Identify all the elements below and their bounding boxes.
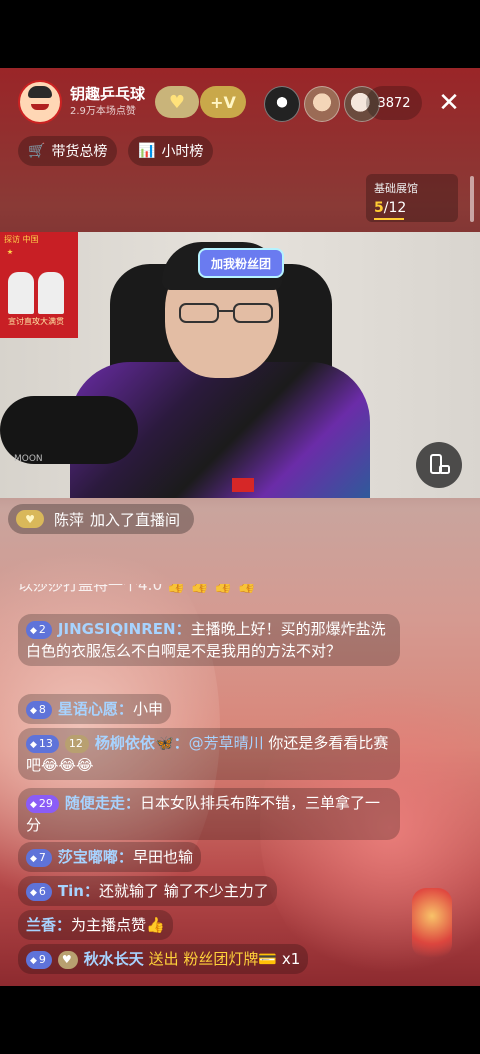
join-banner: ♥ 陈萍 加入了直播间: [8, 504, 195, 534]
poster-player: [8, 272, 34, 314]
host-text: 钥趣乒乓球 2.9万本场点赞: [70, 85, 145, 119]
gallery-total: /12: [383, 200, 407, 216]
user-level-badge: ◆ 7: [26, 849, 52, 867]
join-text: 加入了直播间: [90, 510, 181, 529]
user-level-badge: ◆ 9: [26, 951, 52, 969]
chat-mention[interactable]: @芳草晴川: [189, 734, 264, 752]
viewer-count[interactable]: 3872: [366, 86, 422, 120]
chat-text: 早田也输: [132, 848, 193, 866]
chat-username[interactable]: 秋水长天: [84, 950, 144, 968]
viewer-avatar[interactable]: [264, 86, 300, 122]
chat-message[interactable]: ◆ 6 Tin：还就输了 输了不少主力了: [18, 876, 277, 906]
bar-chart-icon: 📊: [138, 143, 156, 159]
gallery-card[interactable]: 基础展馆 5/12: [366, 174, 458, 222]
close-button[interactable]: ✕: [432, 86, 466, 120]
fan-level-badge: 12: [64, 735, 89, 753]
gallery-label: 基础展馆: [374, 182, 418, 195]
join-name: 陈萍: [54, 510, 85, 529]
fan-heart-icon: ♥: [57, 951, 78, 969]
hourly-ranking-label: 小时榜: [161, 144, 204, 160]
chat-message[interactable]: ◆ 8 星语心愿：小申: [18, 694, 171, 724]
chat-username[interactable]: 兰香：: [26, 916, 71, 934]
gift-animation-icon[interactable]: [412, 888, 452, 958]
chat-message[interactable]: ◆ 13 12 杨柳依依🦋：@芳草晴川 你还是多看看比赛吧😂😂😂: [18, 728, 400, 780]
chat-message[interactable]: ◆ 2 JINGSIQINREN：主播晚上好！买的那爆炸盐洗白色的衣服怎么不白啊是不…: [18, 614, 400, 666]
flag-patch: [232, 478, 254, 492]
gift-name: 粉丝团灯牌: [183, 950, 259, 968]
user-level-badge: ◆ 2: [26, 621, 52, 639]
heart-badge-icon: ♥: [16, 510, 44, 528]
chat-separator: ：: [173, 734, 189, 752]
gift-action: 送出: [143, 950, 184, 968]
sales-ranking-button[interactable]: 🛒 带货总榜: [18, 136, 118, 166]
host-likes: 2.9万本场点赞: [70, 106, 136, 117]
chat-message-partial: 以莎莎打盖特一个4:0 👍 👍 👍 👍: [18, 584, 256, 594]
user-level-badge: ◆ 6: [26, 883, 52, 901]
user-level-badge: ◆ 29: [26, 795, 59, 813]
chat-username[interactable]: JINGSIQINREN：: [58, 620, 191, 638]
fanclub-sticker[interactable]: 加我粉丝团: [198, 248, 284, 278]
user-level-badge: ◆ 8: [26, 701, 52, 719]
chat-username[interactable]: 杨柳依依: [95, 734, 155, 752]
heart-icon: ♥: [168, 91, 186, 113]
live-stream-room: 钥趣乒乓球 2.9万本场点赞 ♥ +V 3872 ✕ 🛒 带货总榜 📊 小时榜 …: [0, 68, 480, 986]
host-name: 钥趣乒乓球: [70, 85, 146, 103]
video-frame[interactable]: 探访 中国 宣讨直攻大满贯 加我粉丝团 MOON: [0, 232, 480, 498]
chat-username[interactable]: 莎宝嘟嘟：: [58, 848, 133, 866]
user-level-badge: ◆ 13: [26, 735, 59, 753]
host-avatar[interactable]: [18, 80, 62, 124]
chat-text: 小申: [132, 700, 163, 718]
gift-card-icon: 💳: [258, 950, 278, 968]
hourly-ranking-button[interactable]: 📊 小时榜: [128, 136, 214, 166]
chat-message[interactable]: ◆ 7 莎宝嘟嘟：早田也输: [18, 842, 201, 872]
gift-count: x1: [277, 950, 301, 968]
mic-brand: MOON: [14, 454, 43, 464]
poster-player: [38, 272, 64, 314]
gift-message[interactable]: ◆ 9 ♥ 秋水长天 送出 粉丝团灯牌💳 x1: [18, 944, 309, 974]
host-info[interactable]: 钥趣乒乓球 2.9万本场点赞: [18, 80, 145, 124]
poster-caption: 宣讨直攻大满贯: [8, 317, 64, 326]
butterfly-icon: 🦋: [154, 734, 174, 752]
wall-poster: 探访 中国 宣讨直攻大满贯: [0, 232, 78, 338]
chat-text: 为主播点赞👍: [71, 916, 165, 934]
follow-v-badge[interactable]: +V: [200, 86, 246, 118]
chat-text: 还就输了 输了不少主力了: [98, 882, 269, 900]
cart-icon: 🛒: [28, 143, 46, 159]
rotate-screen-icon: [430, 454, 450, 474]
viewer-avatar[interactable]: [304, 86, 340, 122]
china-flag-icon: [7, 249, 13, 255]
chat-username[interactable]: Tin：: [58, 882, 99, 900]
scrollbar[interactable]: [470, 176, 474, 222]
chat-message[interactable]: ◆ 29 随便走走：日本女队排兵布阵不错，三单拿了一分: [18, 788, 400, 840]
glasses-icon: [179, 303, 273, 323]
fan-heart-badge[interactable]: ♥: [155, 86, 199, 118]
rotate-screen-button[interactable]: [416, 442, 462, 488]
gallery-current: 5: [374, 200, 384, 216]
sales-ranking-label: 带货总榜: [51, 144, 108, 160]
chat-username[interactable]: 星语心愿：: [58, 700, 133, 718]
chat-message[interactable]: 兰香：为主播点赞👍: [18, 910, 173, 940]
close-icon: ✕: [438, 88, 460, 118]
poster-title: 探访 中国: [4, 235, 39, 244]
gallery-progress: 5/12: [374, 200, 406, 216]
gallery-progress-bar: [374, 218, 404, 220]
chat-username[interactable]: 随便走走：: [65, 794, 140, 812]
